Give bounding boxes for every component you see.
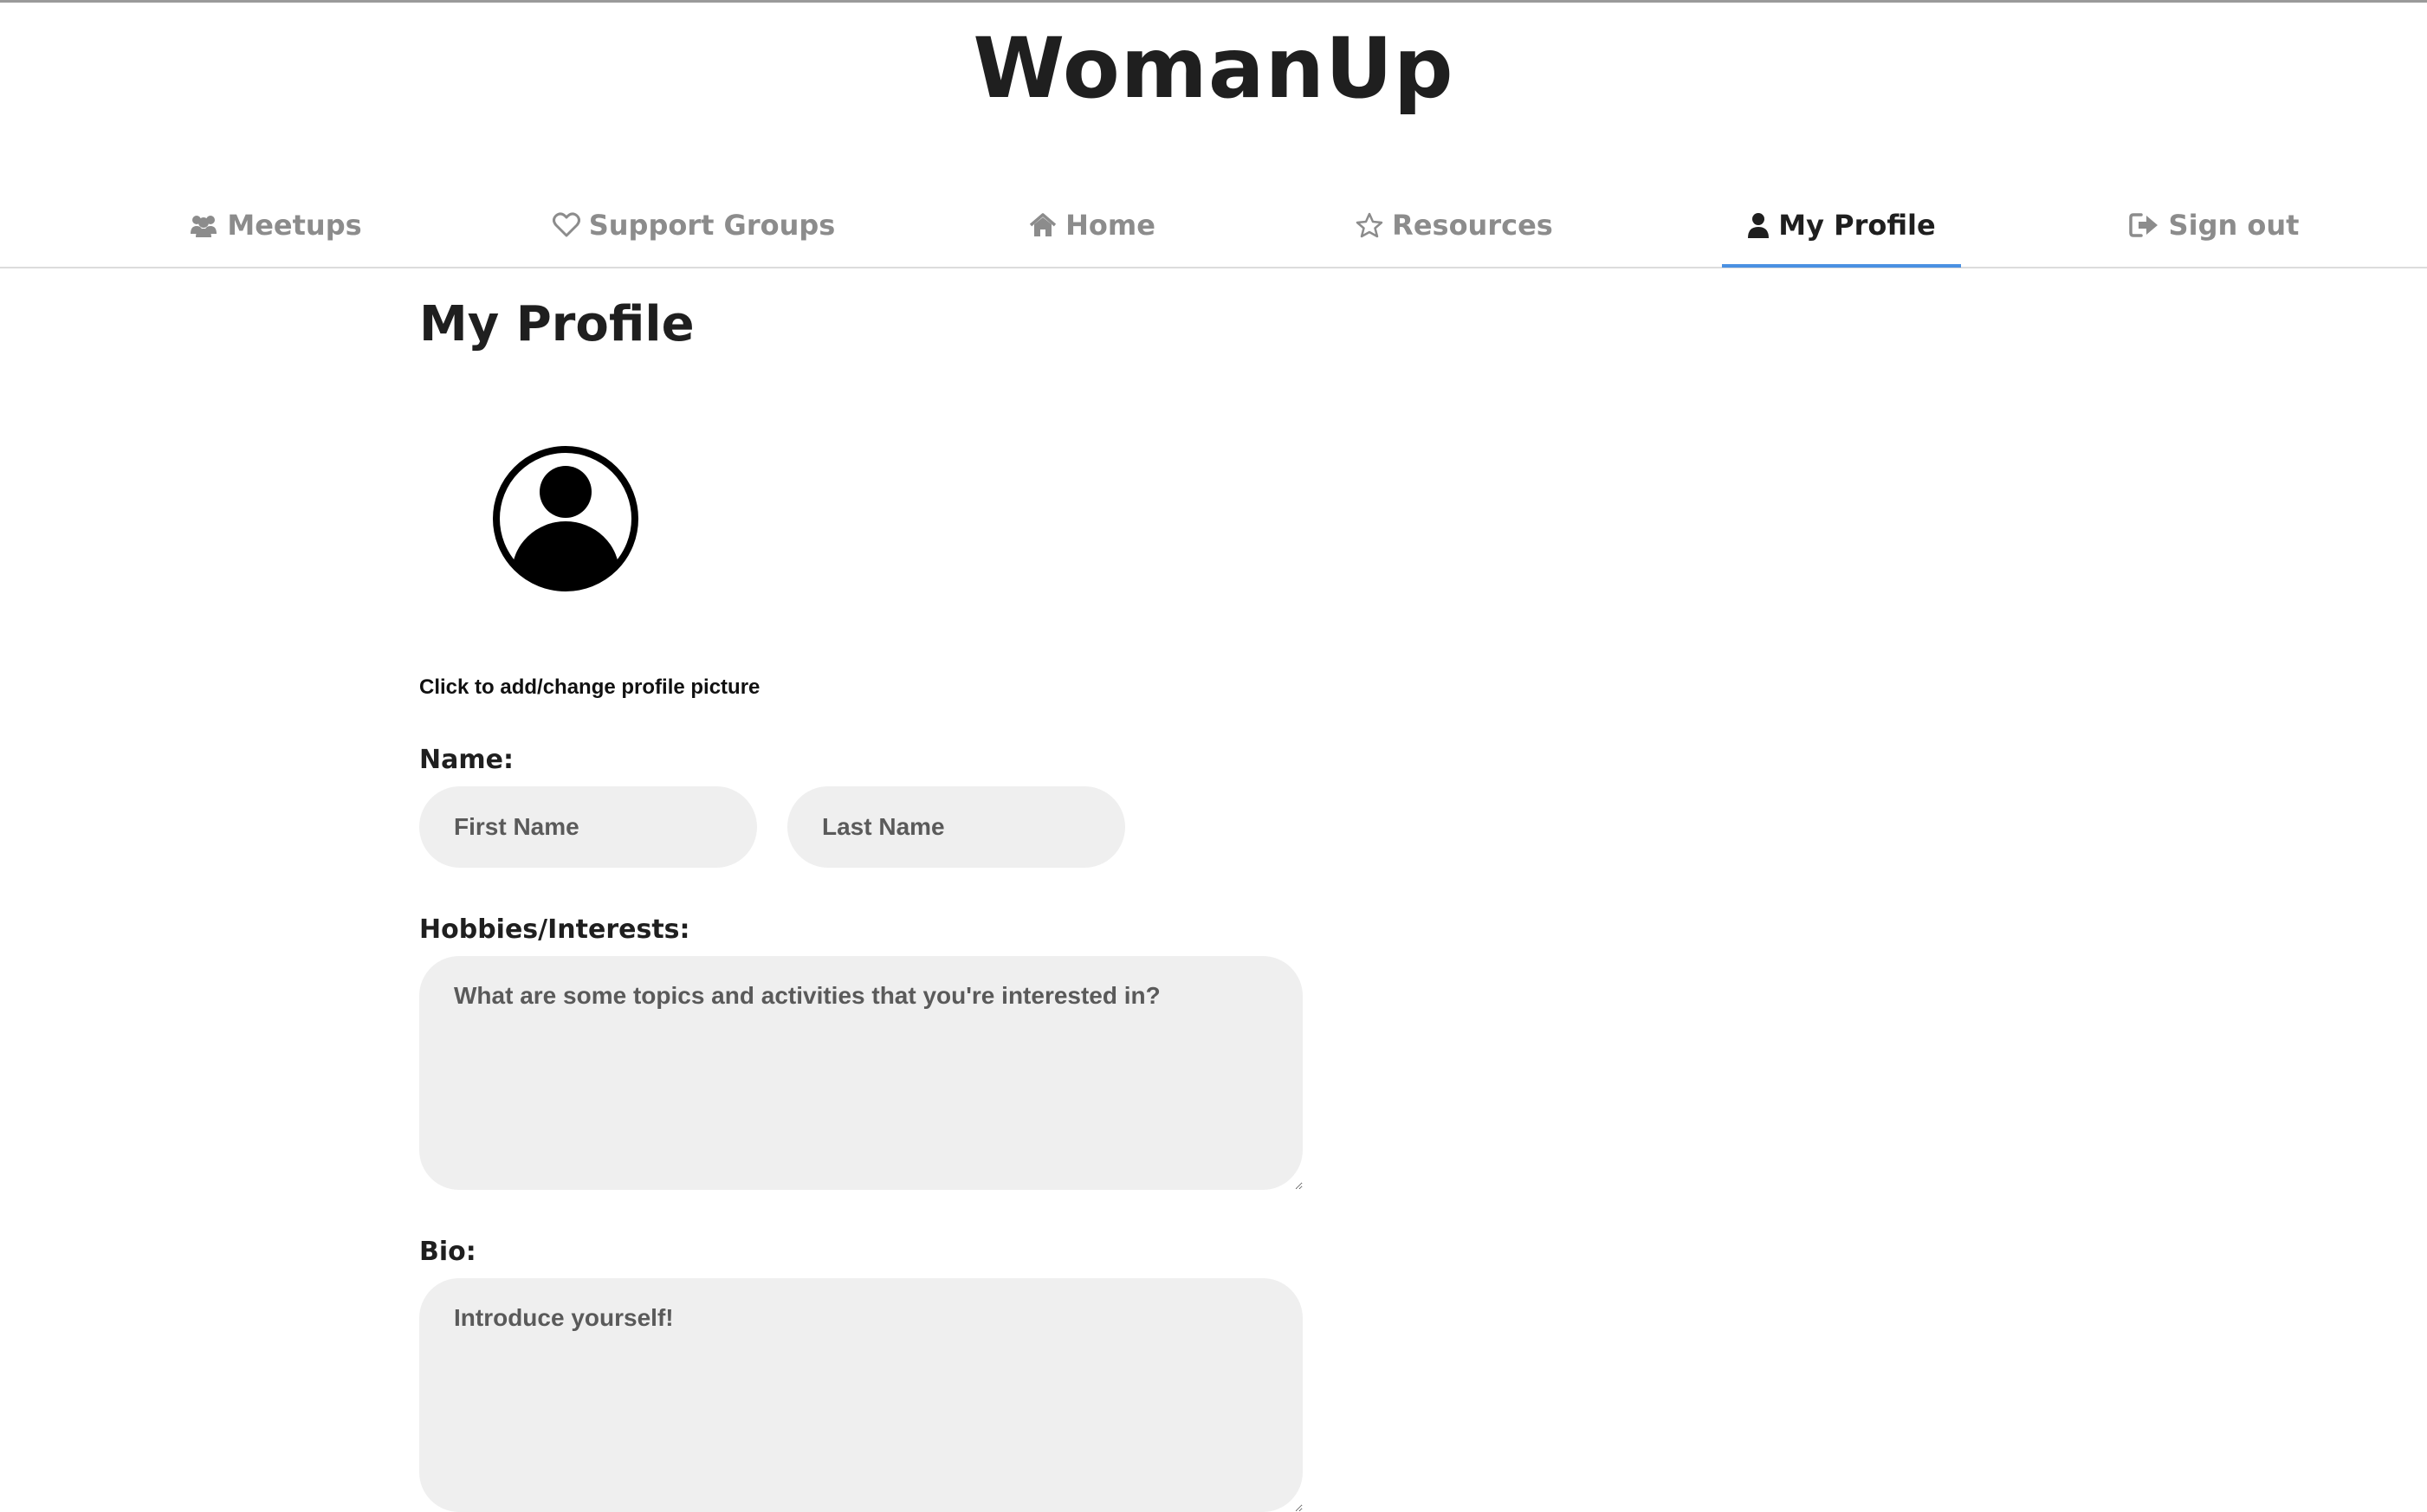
name-label: Name: [419, 745, 514, 775]
page-title: My Profile [419, 296, 695, 352]
profile-picture-button[interactable] [490, 443, 641, 594]
sign-out-icon [2128, 212, 2160, 238]
nav-item-label: Sign out [2168, 209, 2300, 242]
user-circle-icon [493, 446, 638, 591]
nav-item-support-groups[interactable]: Support Groups [552, 184, 835, 267]
nav-item-label: My Profile [1778, 209, 1936, 242]
main-nav: Meetups Support Groups Home Resources My… [0, 184, 2427, 268]
nav-item-label: Meetups [227, 209, 362, 242]
nav-item-label: Home [1065, 209, 1155, 242]
home-icon [1029, 213, 1057, 237]
top-border [0, 0, 2427, 3]
hobbies-textarea[interactable] [419, 956, 1303, 1190]
brand-logo[interactable]: WomanUp [0, 19, 2427, 119]
bio-textarea[interactable] [419, 1278, 1303, 1512]
nav-item-meetups[interactable]: Meetups [191, 184, 362, 267]
nav-item-sign-out[interactable]: Sign out [2128, 184, 2299, 267]
nav-item-label: Resources [1392, 209, 1553, 242]
nav-item-my-profile[interactable]: My Profile [1722, 184, 1961, 268]
hobbies-label: Hobbies/Interests: [419, 914, 690, 945]
users-icon [189, 213, 218, 237]
profile-picture-caption: Click to add/change profile picture [419, 675, 760, 699]
nav-item-resources[interactable]: Resources [1356, 184, 1553, 267]
star-icon [1356, 212, 1383, 238]
heart-icon [552, 212, 580, 238]
user-icon [1747, 212, 1770, 238]
last-name-input[interactable] [787, 786, 1125, 868]
first-name-input[interactable] [419, 786, 757, 868]
nav-item-home[interactable]: Home [1029, 184, 1155, 267]
bio-label: Bio: [419, 1237, 476, 1267]
nav-item-label: Support Groups [588, 209, 836, 242]
